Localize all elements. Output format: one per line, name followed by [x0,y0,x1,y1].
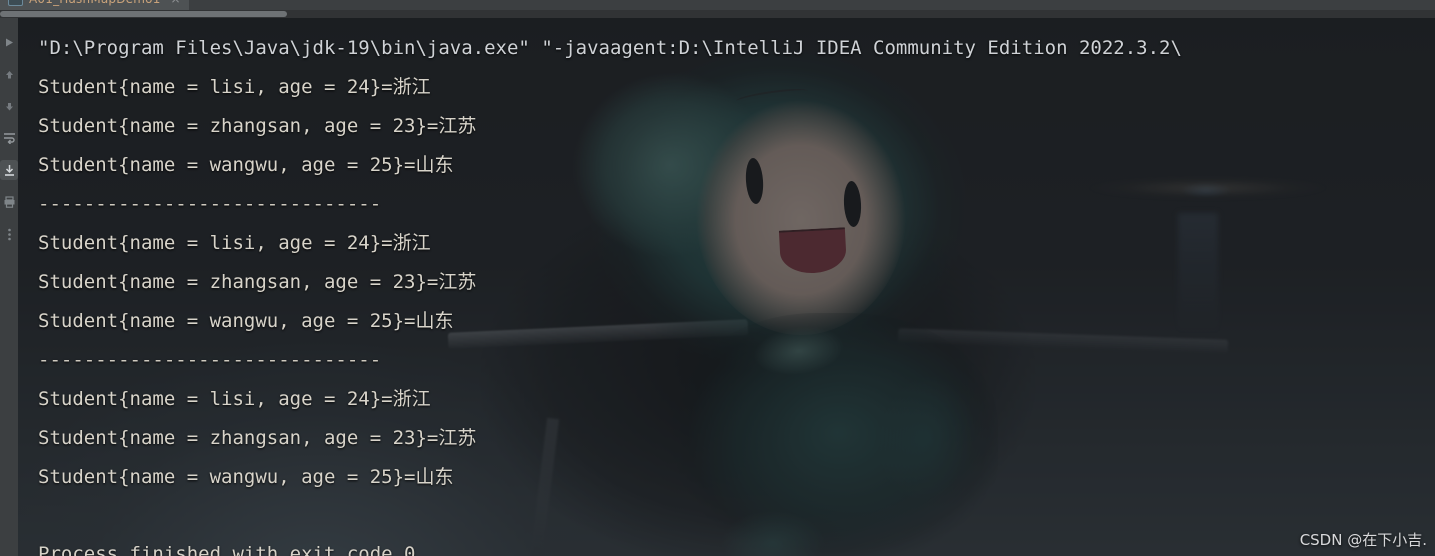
soft-wrap-icon[interactable] [0,128,18,148]
run-tab-label: A01_HashMapDemo1 [29,0,161,6]
horizontal-scrollbar-thumb[interactable] [0,11,287,17]
console-line: Student{name = wangwu, age = 25}=山东 [38,466,454,488]
console-line: Student{name = zhangsan, age = 23}=江苏 [38,271,477,293]
csdn-watermark: CSDN @在下小吉. [1299,531,1427,549]
run-tab[interactable]: A01_HashMapDemo1 × [0,0,189,10]
print-icon[interactable] [0,192,18,212]
console-line: ------------------------------ [38,349,382,371]
scroll-to-end-icon[interactable] [0,160,18,180]
horizontal-scrollbar[interactable] [0,10,1435,18]
console-output[interactable]: "D:\Program Files\Java\jdk-19\bin\java.e… [18,18,1435,556]
console-line: Student{name = zhangsan, age = 23}=江苏 [38,115,477,137]
tab-strip: A01_HashMapDemo1 × [0,0,1435,10]
console-line: Student{name = wangwu, age = 25}=山东 [38,154,454,176]
console-line: Student{name = lisi, age = 24}=浙江 [38,388,431,410]
console-line: ------------------------------ [38,193,382,215]
console-line: Student{name = zhangsan, age = 23}=江苏 [38,427,477,449]
java-class-icon [8,0,23,6]
rerun-icon[interactable] [0,32,18,52]
console-line: Student{name = lisi, age = 24}=浙江 [38,76,431,98]
console-toolbar [0,18,18,556]
console-line: "D:\Program Files\Java\jdk-19\bin\java.e… [38,37,1182,59]
settings-icon[interactable] [0,224,18,244]
console-line: Student{name = wangwu, age = 25}=山东 [38,310,454,332]
console-line: Student{name = lisi, age = 24}=浙江 [38,232,431,254]
run-console-window: A01_HashMapDemo1 × [0,0,1435,556]
console-line: Process finished with exit code 0 [38,543,416,556]
scroll-up-icon[interactable] [0,64,18,84]
scroll-down-icon[interactable] [0,96,18,116]
close-icon[interactable]: × [171,0,181,6]
